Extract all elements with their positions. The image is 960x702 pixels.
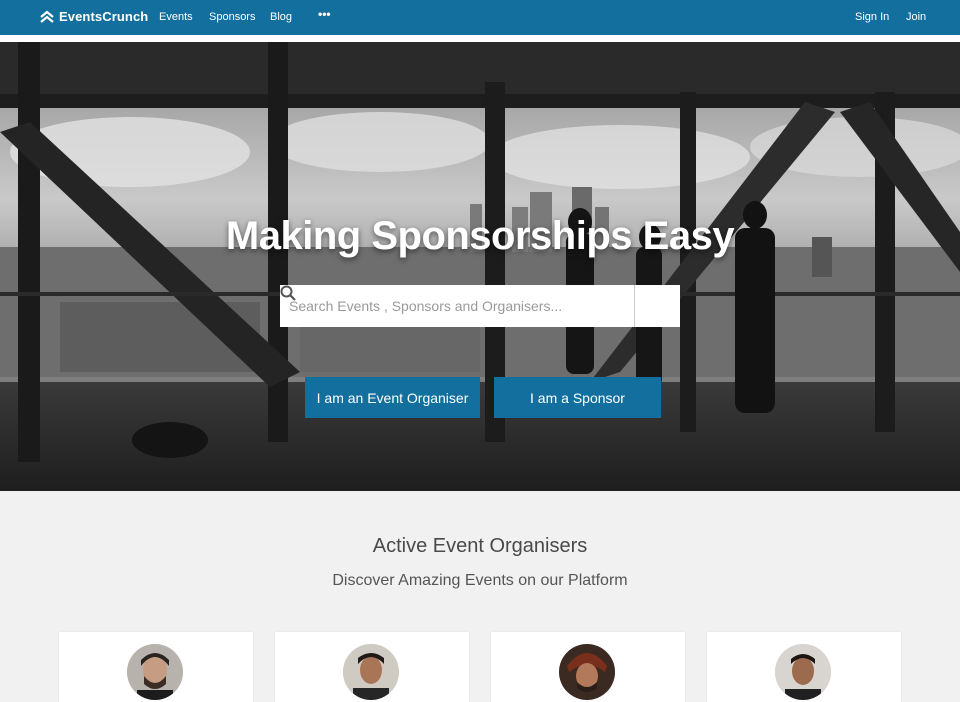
sign-in-link[interactable]: Sign In [855, 11, 889, 23]
brand-logo[interactable]: EventsCrunch [40, 9, 148, 24]
section-title: Active Event Organisers [372, 535, 588, 557]
top-navbar: EventsCrunch Events Sponsors Blog ••• Si… [0, 0, 960, 35]
brand-name: EventsCrunch [59, 9, 149, 24]
join-link[interactable]: Join [906, 11, 926, 23]
event-organiser-button[interactable]: I am an Event Organiser [305, 377, 480, 418]
organiser-avatar [559, 644, 615, 700]
nav-link-blog[interactable]: Blog [270, 11, 292, 23]
more-menu-icon[interactable]: ••• [318, 7, 331, 21]
organiser-card[interactable] [275, 632, 469, 702]
nav-link-events[interactable]: Events [159, 11, 193, 23]
hero-title: Making Sponsorships Easy [225, 214, 735, 258]
navbar-divider [0, 35, 960, 42]
organiser-avatar [127, 644, 183, 700]
search-input[interactable] [280, 285, 634, 327]
sponsor-button[interactable]: I am a Sponsor [494, 377, 661, 418]
organiser-avatar [775, 644, 831, 700]
logo-chevron-icon [40, 10, 54, 23]
nav-link-sponsors[interactable]: Sponsors [209, 11, 255, 23]
search-button[interactable] [280, 285, 680, 327]
search-icon [280, 285, 296, 301]
organiser-avatar [343, 644, 399, 700]
organiser-card[interactable] [491, 632, 685, 702]
section-subtitle: Discover Amazing Events on our Platform [332, 572, 628, 589]
organiser-card[interactable] [707, 632, 901, 702]
organiser-card[interactable] [59, 632, 253, 702]
hero-background-image [0, 42, 960, 491]
search-bar [280, 285, 680, 327]
hero-banner: Making Sponsorships Easy I am an Event O… [0, 42, 960, 491]
